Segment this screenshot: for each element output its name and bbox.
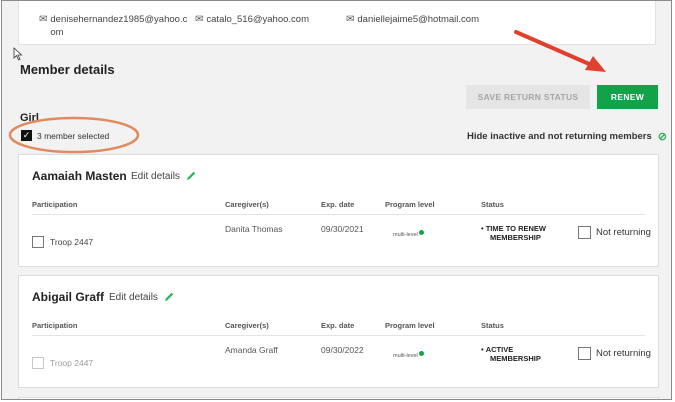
highlight-ellipse — [8, 116, 140, 154]
annotation-overlay — [8, 30, 606, 154]
red-arrow-icon — [514, 30, 606, 72]
